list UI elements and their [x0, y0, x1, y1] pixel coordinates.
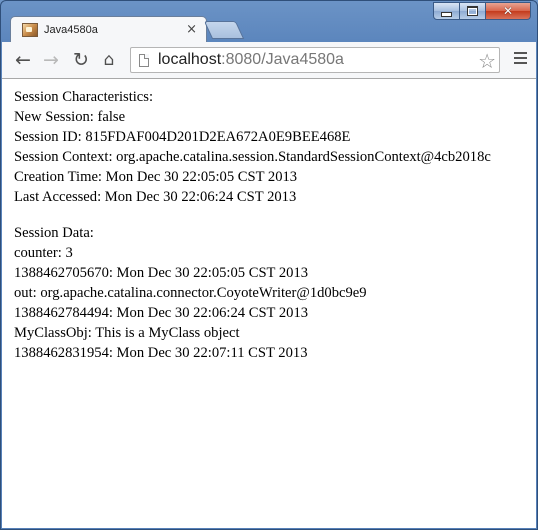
session-characteristics-section: Session Characteristics: New Session: fa… — [14, 87, 524, 207]
last-accessed-line: Last Accessed: Mon Dec 30 22:06:24 CST 2… — [14, 189, 297, 205]
page-content: Session Characteristics: New Session: fa… — [2, 79, 536, 528]
reload-button[interactable]: ↻ — [70, 49, 92, 71]
tab-java4580a[interactable]: Java4580a × — [10, 16, 207, 42]
menu-icon-bar — [514, 57, 527, 59]
home-icon: ⌂ — [103, 50, 115, 70]
session-data-line: 1388462705670: Mon Dec 30 22:05:05 CST 2… — [14, 265, 309, 281]
forward-arrow-icon: → — [43, 49, 59, 71]
favicon-icon — [22, 22, 38, 37]
home-button[interactable]: ⌂ — [98, 49, 120, 71]
bookmark-star-icon[interactable]: ☆ — [478, 49, 496, 73]
tab-close-icon[interactable]: × — [186, 22, 197, 37]
forward-button[interactable]: → — [40, 49, 62, 71]
session-data-section: Session Data: counter: 3 1388462705670: … — [14, 223, 524, 363]
new-tab-button[interactable] — [203, 21, 245, 39]
tab-strip: Java4580a × — [1, 1, 537, 42]
page-icon — [139, 53, 149, 67]
session-data-line: counter: 3 — [14, 245, 73, 261]
menu-button[interactable] — [514, 52, 527, 67]
reload-icon: ↻ — [73, 49, 89, 71]
section-heading: Session Characteristics: — [14, 89, 154, 105]
url-path: :8080/Java4580a — [221, 51, 344, 68]
back-arrow-icon: ← — [15, 49, 31, 71]
menu-icon-bar — [514, 52, 527, 54]
creation-time-line: Creation Time: Mon Dec 30 22:05:05 CST 2… — [14, 169, 298, 185]
toolbar: ← → ↻ ⌂ localhost:8080/Java4580a ☆ — [2, 42, 536, 79]
browser-window: ✕ Java4580a × ← → ↻ ⌂ localhost:8080/Jav… — [0, 0, 538, 530]
session-id-line: Session ID: 815FDAF004D201D2EA672A0E9BEE… — [14, 129, 351, 145]
new-session-line: New Session: false — [14, 109, 126, 125]
tab-title: Java4580a — [44, 23, 98, 36]
session-data-line: out: org.apache.catalina.connector.Coyot… — [14, 285, 367, 301]
session-context-line: Session Context: org.apache.catalina.ses… — [14, 149, 491, 165]
address-bar[interactable]: localhost:8080/Java4580a ☆ — [130, 47, 500, 73]
session-data-line: MyClassObj: This is a MyClass object — [14, 325, 240, 341]
back-button[interactable]: ← — [12, 49, 34, 71]
menu-icon-bar — [514, 62, 527, 64]
url-host: localhost — [158, 51, 222, 68]
section-heading: Session Data: — [14, 225, 94, 241]
session-data-line: 1388462831954: Mon Dec 30 22:07:11 CST 2… — [14, 345, 308, 361]
url-text[interactable]: localhost:8080/Java4580a — [158, 51, 344, 69]
session-data-line: 1388462784494: Mon Dec 30 22:06:24 CST 2… — [14, 305, 309, 321]
